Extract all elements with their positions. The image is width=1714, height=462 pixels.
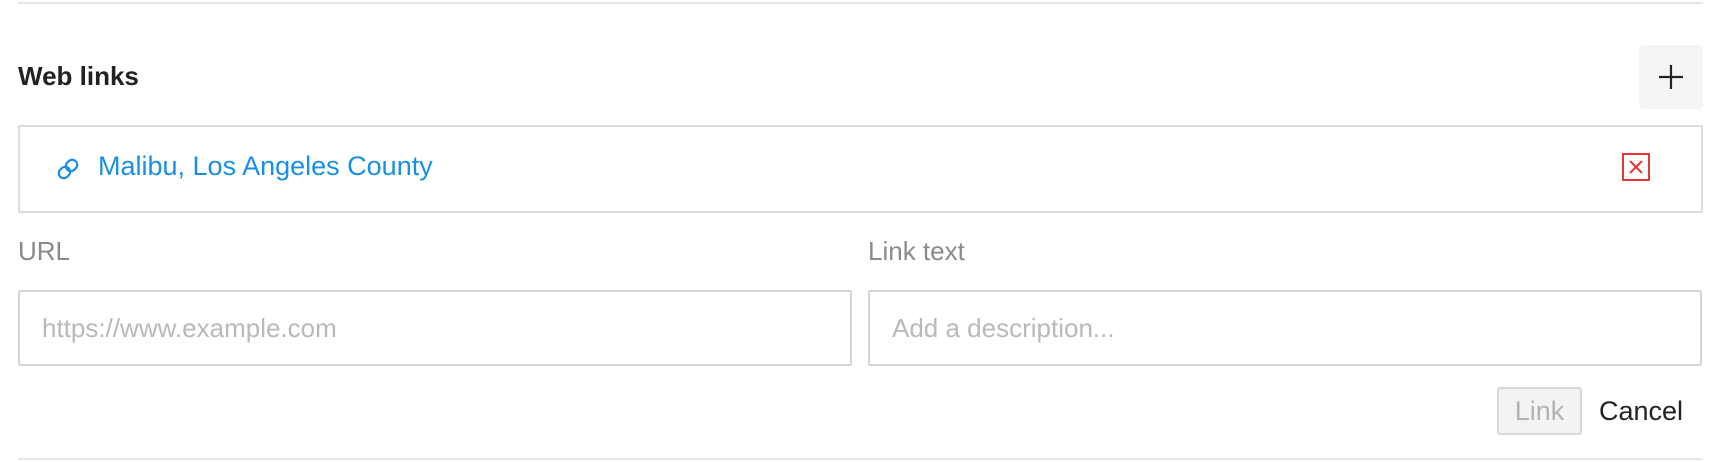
link-item: Malibu, Los Angeles County — [18, 125, 1703, 213]
url-input[interactable] — [18, 290, 852, 366]
bottom-divider — [18, 458, 1703, 460]
link-text-label: Link text — [868, 236, 965, 266]
remove-link-icon[interactable] — [1622, 153, 1650, 181]
link-button[interactable]: Link — [1497, 387, 1582, 435]
web-link[interactable]: Malibu, Los Angeles County — [98, 148, 433, 184]
cancel-button[interactable]: Cancel — [1599, 393, 1683, 429]
url-label: URL — [18, 236, 71, 266]
add-link-button[interactable] — [1639, 45, 1703, 109]
link-text-input[interactable] — [868, 290, 1702, 366]
plus-icon — [1659, 65, 1683, 89]
link-icon — [57, 158, 79, 180]
section-title: Web links — [18, 61, 139, 91]
top-divider — [18, 2, 1703, 4]
